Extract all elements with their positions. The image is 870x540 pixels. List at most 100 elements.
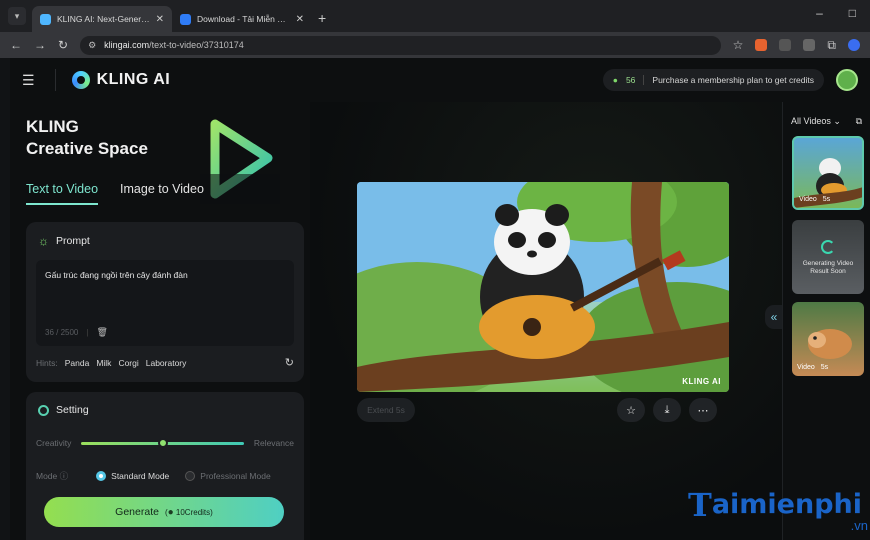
divider: | [86, 328, 89, 337]
trash-icon[interactable]: 🗑 [96, 327, 107, 338]
profile-icon[interactable] [848, 39, 860, 51]
all-videos-dropdown[interactable]: All Videos ⌄ [791, 116, 841, 127]
minimize-icon[interactable]: – [816, 6, 823, 20]
extension-icon[interactable] [755, 39, 768, 51]
hero-line-2: Creative Space [26, 139, 148, 158]
creativity-slider[interactable] [81, 437, 244, 448]
generating-thumbnail[interactable]: Generating Video Result Soon [792, 220, 864, 294]
kling-favicon-icon [40, 13, 51, 25]
menu-hamburger-icon[interactable]: ☰ [22, 72, 35, 89]
credits-banner[interactable]: ● 56 Purchase a membership plan to get c… [602, 69, 824, 91]
divider [643, 75, 645, 85]
hint-chip[interactable]: Laboratory [146, 358, 187, 368]
standard-mode-option[interactable]: Standard Mode [96, 471, 169, 481]
professional-mode-label: Professional Mode [200, 471, 271, 481]
play-logo-icon [200, 119, 280, 204]
generate-credits: (● 10Credits) [164, 506, 213, 518]
prompt-textarea[interactable]: Gấu trúc đang ngồi trên cây đánh đàn 36 … [36, 260, 294, 346]
video-tag: Video 5s [797, 364, 829, 371]
radio-unselected[interactable] [185, 471, 196, 481]
taimienphi-favicon-icon [180, 13, 191, 25]
hint-chip[interactable]: Panda [65, 358, 90, 368]
window-controls: – □ [816, 6, 856, 20]
creativity-slider-row: Creativity Relevance [26, 416, 304, 448]
kling-logo[interactable]: KLING AI [71, 71, 171, 89]
video-preview-area: KLING AI Extend 5s ☆ ⤓ ⋯ « [310, 102, 783, 540]
browser-tab-download[interactable]: Download - Tải Miễn Phí VN - ✕ [172, 6, 312, 32]
char-counter: 36 / 2500 | 🗑 [45, 327, 108, 338]
credit-flame-icon: ● [167, 506, 174, 518]
radio-selected[interactable] [96, 471, 107, 481]
forward-arrow-icon[interactable]: → [34, 38, 46, 52]
url-path: /text-to-video/37310174 [149, 40, 244, 50]
tab-close-icon[interactable]: ✕ [296, 14, 304, 25]
mode-row: Mode ⓘ Standard Mode Professional Mode [26, 448, 304, 482]
generating-status: Generating Video Result Soon [802, 260, 854, 275]
app-header: ☰ KLING AI ● 56 Purchase a membership pl… [10, 58, 870, 102]
prompt-title: Prompt [56, 235, 90, 247]
tab-image-to-video[interactable]: Image to Video [120, 182, 204, 205]
hint-chip[interactable]: Corgi [118, 358, 138, 368]
video-watermark: KLING AI [682, 377, 721, 386]
credits-count: 56 [625, 75, 636, 85]
refresh-hints-icon[interactable]: ↻ [285, 356, 294, 369]
reload-icon[interactable]: ↻ [58, 38, 68, 52]
video-tag: Video 5s [799, 196, 831, 203]
site-info-icon[interactable]: ⚙ [88, 40, 96, 51]
video-thumbnail[interactable]: Video 5s [792, 136, 864, 210]
taimienphi-watermark: T aimienphi .vn [688, 486, 868, 533]
bookmark-star-icon[interactable]: ☆ [733, 38, 744, 52]
info-icon: ⓘ [59, 471, 69, 481]
slider-knob[interactable] [157, 437, 168, 448]
hero-line-1: KLING [26, 117, 79, 136]
maximize-icon[interactable]: □ [849, 6, 856, 20]
tab-title: Download - Tải Miễn Phí VN - [197, 14, 290, 24]
hero-title: KLING Creative Space [26, 116, 148, 160]
professional-mode-option[interactable]: Professional Mode [185, 471, 271, 481]
generate-button[interactable]: Generate (● 10Credits) [44, 497, 284, 527]
video-thumbnail[interactable]: Video 5s [792, 302, 864, 376]
logo-text: KLING AI [96, 71, 171, 88]
extend-button[interactable]: Extend 5s [357, 398, 415, 422]
extension-icon[interactable] [803, 39, 816, 51]
kling-logo-icon [71, 71, 90, 89]
relevance-label: Relevance [253, 438, 294, 448]
tab-search-icon[interactable]: ▾ [8, 7, 26, 25]
prompt-sparkle-icon: ☼ [38, 234, 49, 248]
download-icon[interactable]: ⤓ [653, 398, 681, 422]
prompt-text: Gấu trúc đang ngồi trên cây đánh đàn [45, 270, 188, 280]
url-field[interactable]: ⚙ klingai.com/text-to-video/37310174 [80, 35, 721, 55]
tab-text-to-video[interactable]: Text to Video [26, 182, 99, 205]
new-tab-plus-icon[interactable]: + [318, 10, 326, 26]
char-count: 36 / 2500 [45, 328, 79, 337]
hints-label: Hints: [36, 357, 58, 368]
setting-title: Setting [56, 404, 89, 416]
hint-chip[interactable]: Milk [96, 358, 111, 368]
url-host: klingai.com [104, 40, 150, 50]
copy-icon[interactable]: ⧉ [856, 116, 862, 127]
membership-text: Purchase a membership plan to get credit… [652, 75, 814, 85]
favorite-star-icon[interactable]: ☆ [617, 398, 645, 422]
chevron-down-icon: ⌄ [833, 116, 841, 126]
panda-scene-image [357, 182, 729, 392]
avatar[interactable] [836, 69, 858, 91]
mode-tabs: Text to Video Image to Video [26, 182, 204, 205]
collapse-rail-icon[interactable]: « [765, 305, 783, 329]
prompt-header: ☼ Prompt [26, 222, 304, 248]
rail-header: All Videos ⌄ ⧉ [783, 102, 870, 127]
standard-mode-label: Standard Mode [111, 471, 170, 481]
divider [54, 69, 56, 91]
tab-close-icon[interactable]: ✕ [156, 14, 164, 25]
credit-flame-icon: ● [612, 75, 618, 85]
brand-tld: .vn [850, 518, 869, 533]
extensions-puzzle-icon[interactable]: ⧉ [827, 38, 836, 53]
setting-header: Setting [26, 392, 304, 416]
more-options-icon[interactable]: ⋯ [689, 398, 717, 422]
extension-icon[interactable] [779, 39, 792, 51]
generated-video[interactable]: KLING AI [357, 182, 729, 392]
brand-name: aimienphi [711, 489, 863, 520]
generate-label: Generate [115, 506, 159, 518]
brand-initial: T [688, 486, 712, 524]
back-arrow-icon[interactable]: ← [10, 38, 22, 52]
browser-tab-kling[interactable]: KLING AI: Next-Generation AI C ✕ [32, 6, 172, 32]
